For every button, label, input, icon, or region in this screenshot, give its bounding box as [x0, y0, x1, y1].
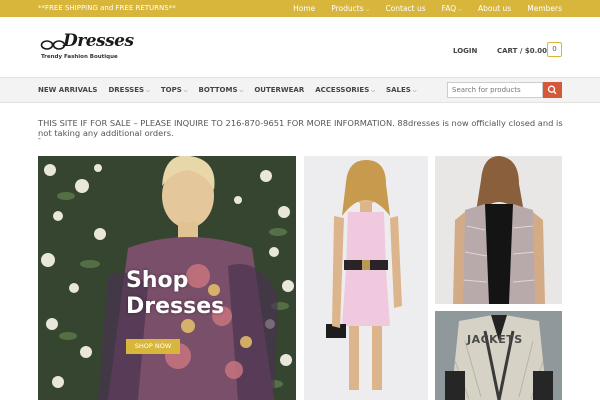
chevron-down-icon: ⌵: [412, 88, 417, 94]
top-nav-home[interactable]: Home: [277, 4, 315, 13]
cart-link[interactable]: CART / $0.00: [497, 47, 547, 55]
nav-sales[interactable]: SALES ⌵: [386, 86, 417, 94]
dress-product-tile[interactable]: [304, 156, 428, 400]
chevron-down-icon: ⌵: [239, 88, 244, 94]
chevron-down-icon: ⌵: [183, 88, 188, 94]
site-header: Dresses Trendy Fashion Boutique LOGIN CA…: [0, 17, 600, 77]
top-nav-about[interactable]: About us: [462, 4, 511, 13]
nav-new-arrivals[interactable]: NEW ARRIVALS: [38, 86, 97, 94]
top-nav-contact[interactable]: Contact us: [369, 4, 425, 13]
shop-now-button[interactable]: SHOP NOW: [126, 339, 180, 354]
closure-notice: THIS SITE IF FOR SALE – PLEASE INQUIRE T…: [38, 118, 563, 138]
vest-product-tile[interactable]: [435, 156, 562, 304]
nav-outerwear[interactable]: OUTERWEAR: [254, 86, 304, 94]
chevron-down-icon: ⌵: [146, 88, 150, 94]
nav-dresses[interactable]: DRESSES ⌵: [108, 86, 149, 94]
notice-separator: -: [38, 134, 41, 143]
top-nav-faq[interactable]: FAQ ⌵: [426, 4, 462, 13]
jacket-photo: [435, 311, 562, 400]
main-nav: NEW ARRIVALS DRESSES ⌵ TOPS ⌵ BOTTOMS ⌵ OUT…: [38, 78, 428, 102]
chevron-down-icon: ⌵: [371, 88, 376, 94]
fur-vest-photo: [435, 156, 562, 304]
nav-tops[interactable]: TOPS ⌵: [161, 86, 188, 94]
jackets-label: JACKETS: [467, 333, 523, 346]
top-nav-members[interactable]: Members: [511, 4, 562, 13]
logo-tagline: Trendy Fashion Boutique: [41, 54, 118, 60]
shop-dresses-heading: Shop Dresses: [126, 268, 225, 319]
top-bar: **FREE SHIPPING and FREE RETURNS** Home …: [0, 0, 600, 17]
search-icon: [547, 85, 557, 95]
shop-dresses-banner[interactable]: Shop Dresses SHOP NOW: [38, 156, 296, 400]
login-link[interactable]: LOGIN: [453, 47, 477, 55]
nav-accessories[interactable]: ACCESSORIES ⌵: [315, 86, 375, 94]
nav-bottoms[interactable]: BOTTOMS ⌵: [199, 86, 244, 94]
pink-dress-photo: [304, 156, 428, 400]
search-input[interactable]: [447, 82, 543, 98]
top-nav-products[interactable]: Products ⌵: [315, 4, 369, 13]
search-button[interactable]: [543, 82, 562, 98]
main-navbar: NEW ARRIVALS DRESSES ⌵ TOPS ⌵ BOTTOMS ⌵ OUT…: [0, 77, 600, 103]
site-logo[interactable]: Dresses Trendy Fashion Boutique: [40, 31, 134, 61]
cart-count-badge[interactable]: 0: [547, 42, 562, 57]
jackets-category-tile[interactable]: JACKETS: [435, 311, 562, 400]
top-nav: Home Products ⌵ Contact us FAQ ⌵ About us …: [277, 0, 562, 17]
promo-text: **FREE SHIPPING and FREE RETURNS**: [38, 4, 176, 12]
logo-wordmark: Dresses: [63, 31, 134, 51]
